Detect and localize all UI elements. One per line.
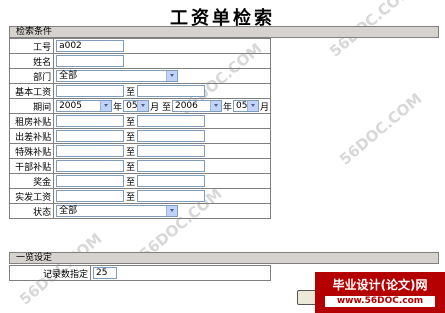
list-settings-header: 一览设定 — [9, 252, 439, 264]
from-month-value: 05 — [126, 101, 138, 111]
row-emp-id: 工号 a002 — [8, 38, 271, 54]
bonus-to-input[interactable] — [137, 175, 206, 187]
logo-url: www.56DOC.com — [325, 296, 435, 307]
dept-select[interactable]: 全部 — [56, 70, 179, 82]
rent-to-input[interactable] — [137, 115, 206, 127]
records-label: 记录数指定 — [9, 265, 91, 281]
row-name: 姓名 — [8, 53, 271, 69]
travel-from-input[interactable] — [56, 130, 125, 142]
actual-from-input[interactable] — [56, 190, 125, 202]
chevron-down-icon[interactable] — [100, 101, 112, 111]
actual-to-input[interactable] — [137, 190, 206, 202]
bonus-label: 奖金 — [8, 173, 55, 189]
rent-label: 租房补贴 — [8, 113, 55, 129]
row-actual: 实发工资 至 — [8, 188, 271, 204]
row-base-salary: 基本工资 至 — [8, 83, 271, 99]
from-year-value: 2005 — [59, 101, 82, 111]
rent-from-input[interactable] — [56, 115, 125, 127]
travel-to-input[interactable] — [137, 130, 206, 142]
travel-label: 出差补贴 — [8, 128, 55, 144]
name-label: 姓名 — [8, 53, 55, 69]
logo-title: 毕业设计(论文)网 — [332, 278, 428, 292]
range-to-text: 至 — [126, 87, 136, 98]
dept-select-value: 全部 — [59, 71, 78, 81]
to-month-select[interactable]: 05 — [232, 100, 259, 112]
watermark: 56DOC.COM — [336, 89, 426, 169]
search-conditions-header: 检索条件 — [9, 26, 439, 38]
to-year-value: 2006 — [174, 101, 198, 111]
range-to-text: 至 — [126, 162, 136, 173]
status-label: 状态 — [8, 203, 55, 219]
to-year-select[interactable]: 2006 — [171, 100, 222, 112]
dept-label: 部门 — [8, 68, 55, 84]
search-conditions-label: 检索条件 — [16, 27, 53, 37]
records-input[interactable]: 25 — [93, 267, 117, 279]
row-status: 状态 全部 — [8, 203, 271, 219]
range-to-text: 至 — [126, 117, 136, 128]
range-to-text: 至 — [126, 177, 136, 188]
list-settings-table: 记录数指定 25 — [9, 265, 271, 281]
cadre-from-input[interactable] — [56, 160, 125, 172]
special-label: 特殊补贴 — [8, 143, 55, 159]
chevron-down-icon[interactable] — [166, 206, 178, 216]
to-month-value: 05 — [235, 101, 248, 111]
range-to-text: 至 — [126, 192, 136, 203]
chevron-down-icon[interactable] — [137, 101, 149, 111]
base-salary-label: 基本工资 — [8, 83, 55, 99]
cadre-to-input[interactable] — [137, 160, 206, 172]
row-period: 期间 2005 年 05 月 至 2006 年 05 月 — [8, 98, 271, 114]
name-input[interactable] — [56, 55, 125, 67]
year-text: 年 — [113, 102, 123, 113]
search-conditions-table: 工号 a002 姓名 部门 全部 基本工资 至 期间 2005 年 05 月 至 200… — [8, 38, 271, 219]
month-text: 月 — [259, 102, 269, 113]
row-cadre: 干部补贴 至 — [8, 158, 271, 174]
list-settings-label: 一览设定 — [16, 253, 53, 263]
from-year-select[interactable]: 2005 — [56, 100, 113, 112]
base-salary-from-input[interactable] — [56, 85, 125, 97]
chevron-down-icon[interactable] — [209, 101, 221, 111]
special-from-input[interactable] — [56, 145, 125, 157]
emp-id-label: 工号 — [8, 38, 55, 54]
year-text: 年 — [222, 102, 232, 113]
emp-id-input[interactable]: a002 — [56, 40, 125, 52]
row-bonus: 奖金 至 — [8, 173, 271, 189]
chevron-down-icon[interactable] — [166, 71, 178, 81]
base-salary-to-input[interactable] — [137, 85, 206, 97]
row-special: 特殊补贴 至 — [8, 143, 271, 159]
row-dept: 部门 全部 — [8, 68, 271, 84]
chevron-down-icon[interactable] — [246, 101, 258, 111]
status-select[interactable]: 全部 — [56, 205, 179, 217]
month-to-text: 月 至 — [150, 102, 171, 113]
cadre-label: 干部补贴 — [8, 158, 55, 174]
row-records: 记录数指定 25 — [9, 265, 271, 281]
site-logo: 毕业设计(论文)网 www.56DOC.com — [315, 272, 445, 313]
special-to-input[interactable] — [137, 145, 206, 157]
actual-label: 实发工资 — [8, 188, 55, 204]
row-rent: 租房补贴 至 — [8, 113, 271, 129]
from-month-select[interactable]: 05 — [123, 100, 150, 112]
period-label: 期间 — [8, 98, 55, 114]
range-to-text: 至 — [126, 132, 136, 143]
range-to-text: 至 — [126, 147, 136, 158]
row-travel: 出差补贴 至 — [8, 128, 271, 144]
status-select-value: 全部 — [59, 206, 78, 216]
bonus-from-input[interactable] — [56, 175, 125, 187]
